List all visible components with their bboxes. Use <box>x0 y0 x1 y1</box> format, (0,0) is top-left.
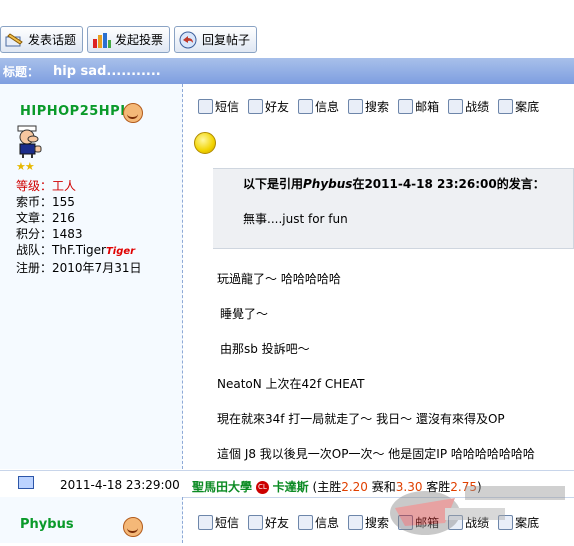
monitor-icon <box>498 99 514 114</box>
mailbox-label: 邮箱 <box>415 100 440 114</box>
friends-icon <box>248 99 264 114</box>
search-icon <box>348 515 364 530</box>
coins-row: 索币：155 <box>16 194 141 210</box>
quote-header: 以下是引用Phybus在2011-4-18 23:26:00的发言： <box>243 175 545 192</box>
posts-value: 216 <box>52 211 75 225</box>
friend-button[interactable]: 好友 <box>248 514 289 531</box>
info-button[interactable]: 信息 <box>298 514 339 531</box>
team-value[interactable]: ThF.Tiger <box>52 243 106 257</box>
computer-icon <box>18 476 34 489</box>
team-row: 战队：ThF.TigerTiger <box>16 242 141 260</box>
new-topic-label: 发表话题 <box>28 33 77 47</box>
new-poll-button[interactable]: 发起投票 <box>87 26 171 53</box>
post-line: 現在就來34f 打一局就走了～ 我日～ 還沒有來得及OP <box>217 412 505 426</box>
record-label: 战绩 <box>465 100 490 114</box>
post-line: NeatoN 上次在42f CHEAT <box>217 377 365 391</box>
posts-label: 文章： <box>16 211 53 225</box>
quote-prefix: 以下是引用 <box>243 177 304 191</box>
pencil-book-icon <box>4 31 24 49</box>
search-button[interactable]: 搜索 <box>348 98 389 115</box>
register-row: 注册：2010年7月31日 <box>16 260 141 276</box>
team-label: 战队： <box>16 243 53 257</box>
register-label: 注册： <box>16 261 53 275</box>
friend-label: 好友 <box>265 100 290 114</box>
post-line: 由那sb 投訴吧～ <box>220 342 310 356</box>
message-icon <box>198 515 213 530</box>
register-date: 2010年7月31日 <box>52 261 142 275</box>
bar-chart-icon <box>91 31 112 49</box>
message-label: 短信 <box>215 516 240 530</box>
search-label: 搜索 <box>365 100 390 114</box>
level-value: 工人 <box>52 179 77 193</box>
new-poll-label: 发起投票 <box>115 33 164 47</box>
info-icon <box>298 515 314 530</box>
record-button[interactable]: 战绩 <box>448 98 489 115</box>
team-logo: Tiger <box>105 246 136 257</box>
posts-row: 文章：216 <box>16 210 141 226</box>
ad-odds-prefix: (主胜 <box>312 480 342 494</box>
coins-label: 索币： <box>16 195 53 209</box>
friend-button[interactable]: 好友 <box>248 98 289 115</box>
search-icon <box>348 99 364 114</box>
reply-label: 回复帖子 <box>202 33 251 47</box>
info-icon <box>298 99 314 114</box>
message-label: 短信 <box>215 100 240 114</box>
message-icon <box>198 99 213 114</box>
avatar[interactable] <box>13 125 43 158</box>
mail-icon <box>398 99 414 114</box>
topic-title-bar: 标题： hip sad........... <box>0 58 574 84</box>
reply-button[interactable]: 回复帖子 <box>174 26 258 53</box>
level-label: 等级： <box>16 179 53 193</box>
case-label: 案底 <box>515 100 540 114</box>
ad-home-odds: 2.20 <box>341 480 368 494</box>
points-label: 积分： <box>16 227 53 241</box>
gender-face-icon <box>123 517 143 537</box>
info-label: 信息 <box>315 516 340 530</box>
topic-title-label: 标题： <box>3 64 40 79</box>
quote-body: 無事....just for fun <box>243 212 348 226</box>
gender-face-icon <box>123 103 143 123</box>
author-name-2[interactable]: Phybus <box>20 517 74 532</box>
rank-stars: ★★ <box>16 160 35 173</box>
league-badge-icon: CL <box>255 481 269 494</box>
mailbox-button[interactable]: 邮箱 <box>398 98 439 115</box>
quote-box: 以下是引用Phybus在2011-4-18 23:26:00的发言： 無事...… <box>213 168 574 249</box>
post-line: 這個 J8 我以後見一次OP一次～ 他是固定IP 哈哈哈哈哈哈哈 <box>217 447 535 461</box>
post-line: 睡覺了～ <box>220 307 269 321</box>
info-label: 信息 <box>315 100 340 114</box>
friends-icon <box>248 515 264 530</box>
message-button[interactable]: 短信 <box>198 514 239 531</box>
post-toolbar: 发表话题 发起投票 回复帖子 <box>0 26 258 54</box>
smiley-icon <box>194 132 216 154</box>
cropped-header-text <box>0 0 574 6</box>
message-button[interactable]: 短信 <box>198 98 239 115</box>
author-name[interactable]: HIPHOP25HPI <box>20 104 126 119</box>
star-icon: ★ <box>24 160 35 173</box>
new-topic-button[interactable]: 发表话题 <box>0 26 84 53</box>
case-button[interactable]: 案底 <box>498 98 539 115</box>
search-button[interactable]: 搜索 <box>348 514 389 531</box>
level-row: 等级：工人 <box>16 178 141 194</box>
reply-icon <box>178 31 198 49</box>
post-line: 玩過龍了～ 哈哈哈哈哈 <box>217 272 341 286</box>
quote-author: Phybus <box>303 177 353 191</box>
star-icon: ★ <box>16 160 26 173</box>
soldier-icon <box>448 99 464 114</box>
ad-away-team: 卡達斯 <box>272 480 309 494</box>
coins-value: 155 <box>52 195 75 209</box>
points-row: 积分：1483 <box>16 226 141 242</box>
post-actions: 短信 好友 信息 搜索 邮箱 战绩 案底 <box>198 98 539 115</box>
info-button[interactable]: 信息 <box>298 98 339 115</box>
quote-time: 在2011-4-18 23:26:00的发言： <box>352 177 545 191</box>
ad-home-team: 聖馬田大學 <box>192 480 253 494</box>
site-watermark-logo <box>385 468 574 543</box>
topic-title: hip sad........... <box>53 63 161 79</box>
top-strip <box>0 0 574 22</box>
friend-label: 好友 <box>265 516 290 530</box>
post-datetime: 2011-4-18 23:29:00 <box>60 478 180 492</box>
points-value: 1483 <box>52 227 83 241</box>
author-stats: 等级：工人 索币：155 文章：216 积分：1483 战队：ThF.Tiger… <box>16 178 141 276</box>
